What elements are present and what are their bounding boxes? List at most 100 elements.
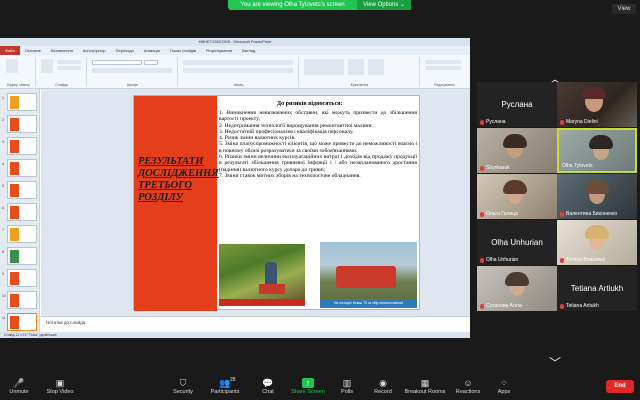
smiley-icon: ☺ <box>463 378 473 388</box>
participant-tile[interactable]: Olha Unhurian Olha Unhurian <box>477 220 557 265</box>
slide-thumbnail[interactable]: 7 <box>2 225 37 243</box>
grid-icon: ▦ <box>420 378 430 388</box>
apps-icon: ⁘ <box>500 378 508 388</box>
chevron-down-icon[interactable]: ﹀ <box>547 354 563 371</box>
reset-button[interactable] <box>57 66 81 70</box>
polls-button[interactable]: ▥ Polls <box>336 378 358 395</box>
font-size-select[interactable] <box>144 60 158 65</box>
participants-button[interactable]: 👥 Participants <box>208 378 242 395</box>
ribbon-group-label: Буфер обміну <box>7 83 30 87</box>
view-options-button[interactable]: View Options ⌄ <box>357 0 411 10</box>
slide-thumbnail[interactable]: 9 <box>2 269 37 287</box>
ribbon-group-label: Редагування <box>434 83 455 87</box>
ribbon-group-label: Шрифт <box>126 83 139 87</box>
screen-share-banner: You are viewing Olha Tytovets's screen V… <box>228 0 411 10</box>
muted-mic-icon <box>480 211 484 217</box>
mic-muted-icon: 🎤 <box>13 378 25 388</box>
slide-thumbnail[interactable]: 1 <box>2 93 37 111</box>
muted-mic-icon <box>480 303 484 309</box>
ppt-tab-review[interactable]: Рецензування <box>201 48 237 53</box>
find-button[interactable] <box>425 60 461 64</box>
ppt-tab-file[interactable]: Файл <box>0 46 20 55</box>
participants-count: 28 <box>230 377 236 383</box>
risk-item: 5. Зміна платоспроможності клієнтів, що … <box>219 141 417 154</box>
current-slide[interactable]: РЕЗУЛЬТАТИ ДОСЛІДЖЕННЯ ТРЕТЬОГО РОЗДІЛУ … <box>133 95 420 311</box>
stop-video-button[interactable]: ▣ Stop Video <box>42 378 78 395</box>
muted-mic-icon <box>480 119 484 125</box>
harvester-photo: На площах більш 70 га збір механізований <box>320 242 417 308</box>
ppt-window-title: НВНЕТ23521505 - Microsoft PowerPoint <box>0 38 470 46</box>
muted-mic-icon <box>480 165 484 171</box>
ribbon-group-label: Абзац <box>233 83 244 87</box>
risk-item: 7. Зміни ставок митних зборів на техноло… <box>219 172 361 179</box>
muted-mic-icon <box>560 257 564 263</box>
slide-thumbnail-selected[interactable]: 11 <box>2 313 37 331</box>
view-button[interactable]: View <box>612 4 636 14</box>
shield-icon: ⛉ <box>179 378 187 388</box>
shapes-gallery[interactable] <box>304 59 344 75</box>
record-button[interactable]: ◉ Record <box>370 378 396 395</box>
raspberry-picking-photo <box>219 244 305 306</box>
slide-heading: До ризиків відносяться: <box>277 101 343 107</box>
unmute-button[interactable]: 🎤 Unmute <box>4 378 34 395</box>
paragraph-buttons[interactable] <box>183 60 293 65</box>
ribbon-group-drawing: Креслення <box>300 57 420 87</box>
bar-chart-icon: ▥ <box>342 378 352 388</box>
slide-thumbnail[interactable]: 8 <box>2 247 37 265</box>
security-button[interactable]: ⛉ Security <box>168 378 198 395</box>
participant-tile[interactable]: Тетяна Власенко <box>557 220 637 265</box>
apps-button[interactable]: ⁘ Apps <box>492 378 516 395</box>
muted-mic-icon <box>560 211 564 217</box>
ppt-tab-view[interactable]: Вигляд <box>237 48 260 53</box>
font-format-buttons[interactable] <box>92 68 172 73</box>
risk-item: 1. Виникнення невизначених обставин, які… <box>219 110 417 123</box>
participant-tile[interactable]: Ольга Галица <box>477 174 557 219</box>
ppt-ribbon-tabs: Файл Основне Вставлення Конструктор Пере… <box>0 46 470 55</box>
arrange-button[interactable] <box>348 59 364 75</box>
risk-list: 1. Виникнення невизначених обставин, які… <box>219 110 417 179</box>
participant-tile[interactable]: Суханова Алла <box>477 266 557 311</box>
slide-thumbnail[interactable]: 10 <box>2 291 37 309</box>
chat-button[interactable]: 💬 Chat <box>256 378 280 395</box>
participant-tile-active-speaker[interactable]: Olha Tytovets <box>557 128 637 173</box>
participant-tile[interactable]: Shynkaruk <box>477 128 557 173</box>
slide-notes[interactable]: Нотатки до слайда <box>41 316 470 332</box>
layout-button[interactable] <box>57 60 81 64</box>
font-name-select[interactable] <box>92 60 142 65</box>
participant-tile[interactable]: Maryna Dielini <box>557 82 637 127</box>
ppt-ribbon: Буфер обміну Слайди Шрифт Абзац Кресленн… <box>0 55 470 89</box>
shared-screen: НВНЕТ23521505 - Microsoft PowerPoint Фай… <box>0 38 470 338</box>
end-meeting-button[interactable]: End <box>606 380 634 393</box>
risk-item: 6. Ризики зміни величини експлуатаційних… <box>219 154 417 173</box>
ppt-tab-slideshow[interactable]: Показ слайдів <box>165 48 201 53</box>
new-slide-button[interactable] <box>41 59 53 73</box>
slide-title: РЕЗУЛЬТАТИ ДОСЛІДЖЕННЯ ТРЕТЬОГО РОЗДІЛУ <box>138 156 219 203</box>
participant-tile[interactable]: Руслана Руслана <box>477 82 557 127</box>
participant-tile[interactable]: Валентина Бихоненко <box>557 174 637 219</box>
reactions-button[interactable]: ☺ Reactions <box>452 378 484 395</box>
ribbon-group-slides: Слайди <box>37 57 87 87</box>
paste-button[interactable] <box>6 59 18 73</box>
ppt-tab-transitions[interactable]: Переходи <box>111 48 139 53</box>
slide-thumbnail[interactable]: 6 <box>2 203 37 221</box>
muted-mic-icon <box>560 303 564 309</box>
ppt-tab-animation[interactable]: Анімація <box>139 48 165 53</box>
slide-thumbnail[interactable]: 4 <box>2 159 37 177</box>
muted-mic-icon <box>480 257 484 263</box>
breakout-rooms-button[interactable]: ▦ Breakout Rooms <box>402 378 448 395</box>
quick-styles-button[interactable] <box>368 59 384 75</box>
ribbon-group-paragraph: Абзац <box>179 57 299 87</box>
participant-tile[interactable]: Tetiana Artiukh Tetiana Artiukh <box>557 266 637 311</box>
replace-button[interactable] <box>425 66 461 70</box>
slide-thumbnail[interactable]: 3 <box>2 137 37 155</box>
align-buttons[interactable] <box>183 68 293 73</box>
ppt-tab-insert[interactable]: Вставлення <box>46 48 78 53</box>
ppt-tab-design[interactable]: Конструктор <box>78 48 111 53</box>
ribbon-group-label: Креслення <box>350 83 369 87</box>
share-screen-button[interactable]: ↑ Share Screen <box>288 378 328 395</box>
slide-thumbnail[interactable]: 5 <box>2 181 37 199</box>
harvester-caption: На площах більш 70 га збір механізований <box>320 299 417 308</box>
record-icon: ◉ <box>379 378 387 388</box>
slide-thumbnail[interactable]: 2 <box>2 115 37 133</box>
ppt-tab-home[interactable]: Основне <box>20 48 46 53</box>
